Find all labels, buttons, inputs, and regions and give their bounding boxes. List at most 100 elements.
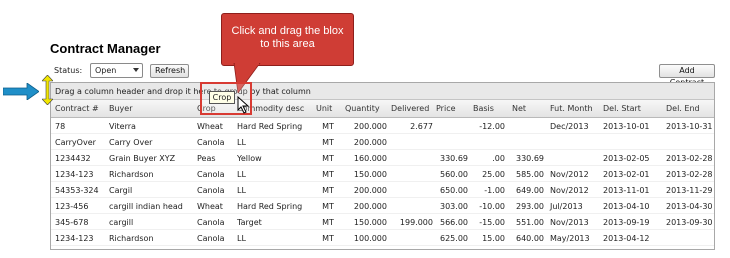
table-cell: May/2013 bbox=[550, 234, 590, 243]
table-cell: 649.00 bbox=[516, 186, 544, 195]
table-cell: Jul/2013 bbox=[550, 202, 583, 211]
table-cell: LL bbox=[237, 138, 246, 147]
status-select[interactable]: Open bbox=[90, 63, 143, 78]
table-cell: 330.69 bbox=[440, 154, 468, 163]
table-cell: 303.00 bbox=[440, 202, 468, 211]
table-cell: Peas bbox=[197, 154, 216, 163]
group-hint: Drag a column header and drop it here to… bbox=[55, 87, 311, 96]
table-cell: Yellow bbox=[237, 154, 262, 163]
table-cell: Canola bbox=[197, 234, 225, 243]
group-drop-area[interactable]: Drag a column header and drop it here to… bbox=[51, 83, 714, 100]
table-cell: 2013-04-30 bbox=[666, 202, 713, 211]
table-cell: Nov/2013 bbox=[550, 218, 589, 227]
table-cell: .00 bbox=[492, 154, 505, 163]
table-cell: 650.00 bbox=[440, 186, 468, 195]
table-row[interactable]: 1234-123 Richardson Canola LL MT 150.000 560.0… bbox=[51, 167, 714, 182]
table-cell: MT bbox=[322, 170, 334, 179]
column-header-del-end[interactable]: Del. End bbox=[666, 100, 700, 117]
table-cell: 2013-02-28 bbox=[666, 154, 713, 163]
table-row[interactable]: 1234432 Grain Buyer XYZ Peas Yellow MT 160.00… bbox=[51, 151, 714, 166]
table-row[interactable]: 345-678 cargill Canola Target MT 150.000 199.0… bbox=[51, 215, 714, 230]
table-cell: 330.69 bbox=[516, 154, 544, 163]
refresh-button[interactable]: Refresh bbox=[150, 64, 189, 78]
table-cell: Nov/2012 bbox=[550, 170, 589, 179]
callout-line-2: to this area bbox=[260, 38, 315, 50]
table-cell: Richardson bbox=[109, 234, 154, 243]
table-cell: LL bbox=[237, 170, 246, 179]
table-cell: 100.000 bbox=[353, 234, 387, 243]
table-cell: 54353-324 bbox=[55, 186, 99, 195]
table-cell: 566.00 bbox=[440, 218, 468, 227]
table-cell: 25.00 bbox=[482, 170, 505, 179]
dragged-column-tooltip[interactable]: Crop bbox=[209, 91, 235, 104]
table-cell: 2013-09-19 bbox=[603, 218, 650, 227]
column-header-contract[interactable]: Contract # bbox=[55, 100, 99, 117]
column-header-fut-month[interactable]: Fut. Month bbox=[550, 100, 593, 117]
table-cell: 200.000 bbox=[353, 202, 387, 211]
table-row[interactable]: 78 Viterra Wheat Hard Red Spring MT 200.000 2.… bbox=[51, 119, 714, 134]
table-cell: MT bbox=[322, 234, 334, 243]
column-header-del-start[interactable]: Del. Start bbox=[603, 100, 641, 117]
toolbar: Status: Open Refresh Add Contract bbox=[50, 61, 715, 87]
column-header-delivered[interactable]: Delivered bbox=[391, 100, 429, 117]
table-cell: -1.00 bbox=[484, 186, 505, 195]
column-header-quantity[interactable]: Quantity bbox=[345, 100, 380, 117]
table-row[interactable]: CarryOver Carry Over Canola LL MT 200.000 bbox=[51, 135, 714, 150]
callout-line-1: Click and drag the blox bbox=[231, 25, 344, 37]
instruction-callout: Click and drag the blox to this area bbox=[221, 13, 354, 66]
table-cell: 2013-02-05 bbox=[603, 154, 650, 163]
table-cell: 200.000 bbox=[353, 186, 387, 195]
column-header-row: Contract # Buyer Crop Commodity desc Unit Qua… bbox=[51, 100, 714, 118]
table-row[interactable]: 54353-324 Cargil Canola LL MT 200.000 650.00 -1… bbox=[51, 183, 714, 198]
table-cell: -12.00 bbox=[479, 122, 505, 131]
table-cell: 200.000 bbox=[353, 138, 387, 147]
table-cell: 2013-02-01 bbox=[603, 170, 650, 179]
table-row[interactable]: 1234-123 Richardson Canola LL MT 100.000 625.0… bbox=[51, 231, 714, 246]
table-cell: Viterra bbox=[109, 122, 136, 131]
table-cell: MT bbox=[322, 138, 334, 147]
column-header-unit[interactable]: Unit bbox=[316, 100, 332, 117]
table-cell: Wheat bbox=[197, 122, 223, 131]
table-cell: 150.000 bbox=[353, 170, 387, 179]
table-cell: Dec/2013 bbox=[550, 122, 589, 131]
table-cell: Target bbox=[237, 218, 262, 227]
table-cell: 1234-123 bbox=[55, 234, 94, 243]
table-cell: Canola bbox=[197, 138, 225, 147]
table-cell: -10.00 bbox=[479, 202, 505, 211]
table-cell: 150.000 bbox=[353, 218, 387, 227]
table-cell: Grain Buyer XYZ bbox=[109, 154, 176, 163]
table-cell: 15.00 bbox=[482, 234, 505, 243]
column-header-net[interactable]: Net bbox=[512, 100, 526, 117]
column-header-price[interactable]: Price bbox=[436, 100, 456, 117]
table-cell: 2013-11-29 bbox=[666, 186, 713, 195]
column-header-buyer[interactable]: Buyer bbox=[109, 100, 133, 117]
table-cell: -15.00 bbox=[479, 218, 505, 227]
column-header-basis[interactable]: Basis bbox=[473, 100, 494, 117]
table-cell: MT bbox=[322, 122, 334, 131]
chevron-down-icon bbox=[133, 68, 139, 72]
mouse-pointer-icon bbox=[237, 96, 250, 114]
table-cell: 160.000 bbox=[353, 154, 387, 163]
status-value: Open bbox=[95, 66, 117, 75]
table-cell: 2013-04-12 bbox=[603, 234, 650, 243]
table-cell: 2013-10-01 bbox=[603, 122, 650, 131]
table-cell: 560.00 bbox=[440, 170, 468, 179]
table-cell: LL bbox=[237, 186, 246, 195]
add-contract-button[interactable]: Add Contract bbox=[659, 64, 715, 87]
status-label: Status: bbox=[54, 66, 83, 75]
table-cell: Hard Red Spring bbox=[237, 122, 303, 131]
table-cell: MT bbox=[322, 218, 334, 227]
table-cell: 200.000 bbox=[353, 122, 387, 131]
table-cell: 345-678 bbox=[55, 218, 89, 227]
table-cell: 625.00 bbox=[440, 234, 468, 243]
table-cell: MT bbox=[322, 202, 334, 211]
table-cell: 585.00 bbox=[516, 170, 544, 179]
contracts-grid: Drag a column header and drop it here to… bbox=[50, 82, 715, 250]
table-cell: 2013-04-10 bbox=[603, 202, 650, 211]
page-title: Contract Manager bbox=[50, 41, 161, 56]
table-cell: 2.677 bbox=[410, 122, 433, 131]
table-cell: Cargil bbox=[109, 186, 133, 195]
table-row[interactable]: 123-456 cargill indian head Wheat Hard Red … bbox=[51, 199, 714, 214]
table-cell: 123-456 bbox=[55, 202, 89, 211]
table-cell: Canola bbox=[197, 218, 225, 227]
